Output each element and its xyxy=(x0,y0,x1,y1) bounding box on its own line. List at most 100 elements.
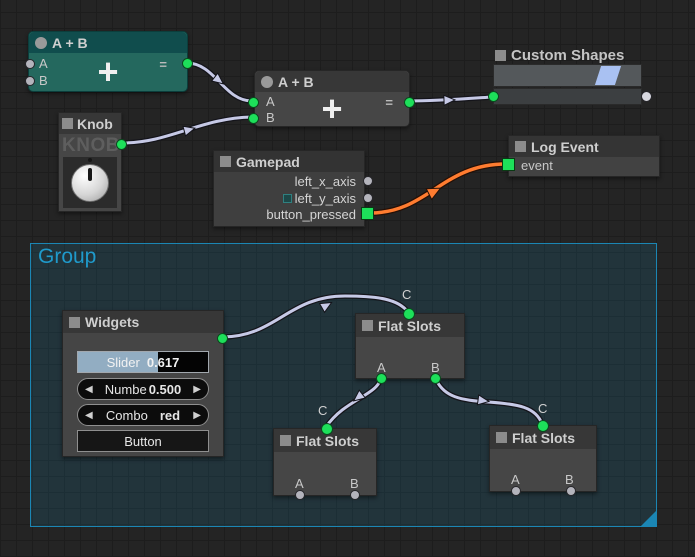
output-pin[interactable] xyxy=(404,97,415,108)
slider-text: Slider 0.617 xyxy=(78,352,208,372)
node-title: A + B xyxy=(278,74,314,90)
input-pin-event[interactable] xyxy=(502,158,515,171)
group-resize-handle[interactable] xyxy=(641,511,656,526)
combo-stepper[interactable]: ◀ Combo red ▶ xyxy=(77,404,209,426)
square-icon xyxy=(280,435,291,446)
shape-track[interactable] xyxy=(493,64,642,87)
node-header[interactable]: Knob xyxy=(59,113,121,134)
input-pin-a[interactable] xyxy=(25,59,35,69)
pin-label-c: C xyxy=(318,403,327,418)
wire-add1-to-add2[interactable] xyxy=(187,63,252,101)
input-pin-b[interactable] xyxy=(248,113,259,124)
pin-label-c: C xyxy=(538,401,547,416)
node-flat-slots-left[interactable]: Flat Slots C A B xyxy=(273,428,377,496)
pin-label-a: A xyxy=(295,477,304,491)
arrow-left-icon[interactable]: ◀ xyxy=(85,379,93,399)
slider-value: 0.617 xyxy=(147,355,180,370)
wire-add2-to-custom-shapes[interactable] xyxy=(408,95,492,105)
square-icon xyxy=(220,156,231,167)
number-value: 0.500 xyxy=(149,382,182,397)
output-pin-a[interactable] xyxy=(376,373,387,384)
arrow-left-icon[interactable]: ◀ xyxy=(85,405,93,425)
output-row-left-x-axis: left_x_axis xyxy=(295,173,356,189)
wire-arrow-icon xyxy=(426,183,443,200)
pin-label: left_y_axis xyxy=(295,191,356,206)
wire-gamepad-to-log-event[interactable] xyxy=(370,164,506,213)
node-title: Custom Shapes xyxy=(511,47,624,64)
pin-label: left_x_axis xyxy=(295,174,356,189)
square-icon xyxy=(62,118,73,129)
pin-label: button_pressed xyxy=(266,207,356,222)
number-stepper[interactable]: ◀ Numbe 0.500 ▶ xyxy=(77,378,209,400)
node-flat-slots-right[interactable]: Flat Slots C A B xyxy=(489,425,597,492)
knob-dial[interactable] xyxy=(71,164,109,202)
wire-knob-to-add2[interactable] xyxy=(122,117,252,143)
node-add-2[interactable]: A + B A B + = xyxy=(254,70,410,127)
node-header[interactable]: Custom Shapes xyxy=(495,47,624,64)
slider-widget[interactable]: Slider 0.617 xyxy=(77,351,209,373)
output-pin-button-pressed[interactable] xyxy=(361,207,374,220)
node-custom-shapes[interactable]: Custom Shapes xyxy=(493,47,643,105)
square-icon xyxy=(69,317,80,328)
node-add-1[interactable]: A + B A B + = xyxy=(28,31,188,92)
node-title: A + B xyxy=(52,35,88,51)
circle-icon xyxy=(261,76,273,88)
pin-label-b: B xyxy=(565,473,574,487)
wire-arrow-icon xyxy=(444,95,455,105)
output-pin[interactable] xyxy=(217,333,228,344)
input-pin-a[interactable] xyxy=(248,97,259,108)
node-header[interactable]: Log Event xyxy=(509,136,659,157)
square-icon xyxy=(515,141,526,152)
pin-label-event: event xyxy=(521,159,553,173)
combo-value: red xyxy=(160,408,180,423)
node-title: Gamepad xyxy=(236,154,300,170)
equals-label: = xyxy=(385,95,393,110)
node-gamepad[interactable]: Gamepad left_x_axis left_y_axis button_p… xyxy=(213,150,365,227)
node-header[interactable]: Widgets xyxy=(63,311,223,333)
checkbox-icon[interactable] xyxy=(283,194,292,203)
group-label[interactable]: Group xyxy=(38,245,96,269)
square-icon xyxy=(362,320,373,331)
knob-well xyxy=(63,157,117,208)
node-knob[interactable]: Knob KNOB xyxy=(58,112,122,212)
node-log-event[interactable]: Log Event event xyxy=(508,135,660,177)
input-pin-c[interactable] xyxy=(537,420,549,432)
node-header[interactable]: Gamepad xyxy=(214,151,364,172)
output-pin[interactable] xyxy=(641,91,652,102)
number-text: Numbe 0.500 xyxy=(96,379,190,399)
node-flat-slots-top[interactable]: Flat Slots C A B xyxy=(355,313,465,379)
output-pin-b[interactable] xyxy=(566,486,576,496)
parallelogram-shape[interactable] xyxy=(595,66,621,85)
wire-arrow-icon xyxy=(212,73,227,88)
input-pin-c[interactable] xyxy=(321,423,333,435)
output-pin-b[interactable] xyxy=(430,373,441,384)
pin-label-c: C xyxy=(402,287,411,302)
arrow-right-icon[interactable]: ▶ xyxy=(193,379,201,399)
combo-label: Combo xyxy=(106,408,148,423)
node-editor-canvas[interactable]: Group xyxy=(0,0,695,557)
output-pin[interactable] xyxy=(116,139,127,150)
input-pin-c[interactable] xyxy=(403,308,415,320)
node-title: Widgets xyxy=(85,314,139,330)
knob-indicator xyxy=(88,168,92,181)
square-icon xyxy=(496,432,507,443)
button-widget[interactable]: Button xyxy=(77,430,209,452)
output-pin-left-y-axis[interactable] xyxy=(363,193,373,203)
node-widgets[interactable]: Widgets Slider 0.617 ◀ Numbe 0.500 ▶ ◀ C… xyxy=(62,310,224,457)
slider-label: Slider xyxy=(107,355,140,370)
equals-label: = xyxy=(159,57,167,72)
number-label: Numbe xyxy=(105,382,147,397)
input-pin[interactable] xyxy=(488,91,499,102)
node-title: Knob xyxy=(77,116,113,132)
arrow-right-icon[interactable]: ▶ xyxy=(193,405,201,425)
output-pin[interactable] xyxy=(182,58,193,69)
input-pin-b[interactable] xyxy=(25,76,35,86)
knob-tick xyxy=(88,158,92,162)
node-title: Log Event xyxy=(531,139,599,155)
output-pin-a[interactable] xyxy=(511,486,521,496)
output-pin-left-x-axis[interactable] xyxy=(363,176,373,186)
pin-label-b: B xyxy=(350,477,359,491)
output-pin-a[interactable] xyxy=(295,490,305,500)
wire-arrow-icon xyxy=(183,123,196,136)
output-pin-b[interactable] xyxy=(350,490,360,500)
